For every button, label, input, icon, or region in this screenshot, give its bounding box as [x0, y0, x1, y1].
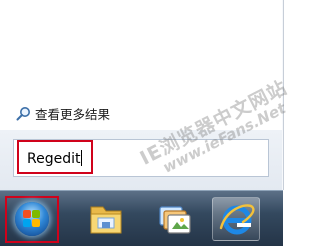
- folder-icon: [90, 206, 122, 234]
- ie-icon: [219, 204, 255, 235]
- search-input-value: Regedit: [27, 151, 81, 167]
- search-input[interactable]: Regedit: [17, 140, 93, 174]
- search-icon: [16, 106, 31, 121]
- see-more-results-label: 查看更多结果: [35, 106, 111, 122]
- start-orb-icon: [15, 202, 49, 236]
- taskbar-ie-button[interactable]: [212, 197, 260, 241]
- taskbar-explorer-button[interactable]: [82, 197, 130, 241]
- start-button[interactable]: [5, 196, 59, 243]
- text-caret: [81, 150, 83, 166]
- see-more-results-link[interactable]: 查看更多结果: [16, 104, 110, 122]
- taskbar-media-button[interactable]: [148, 197, 196, 241]
- start-menu: 查看更多结果 Regedit: [0, 0, 284, 190]
- windows-logo-icon: [23, 210, 41, 228]
- media-icon: [159, 206, 191, 234]
